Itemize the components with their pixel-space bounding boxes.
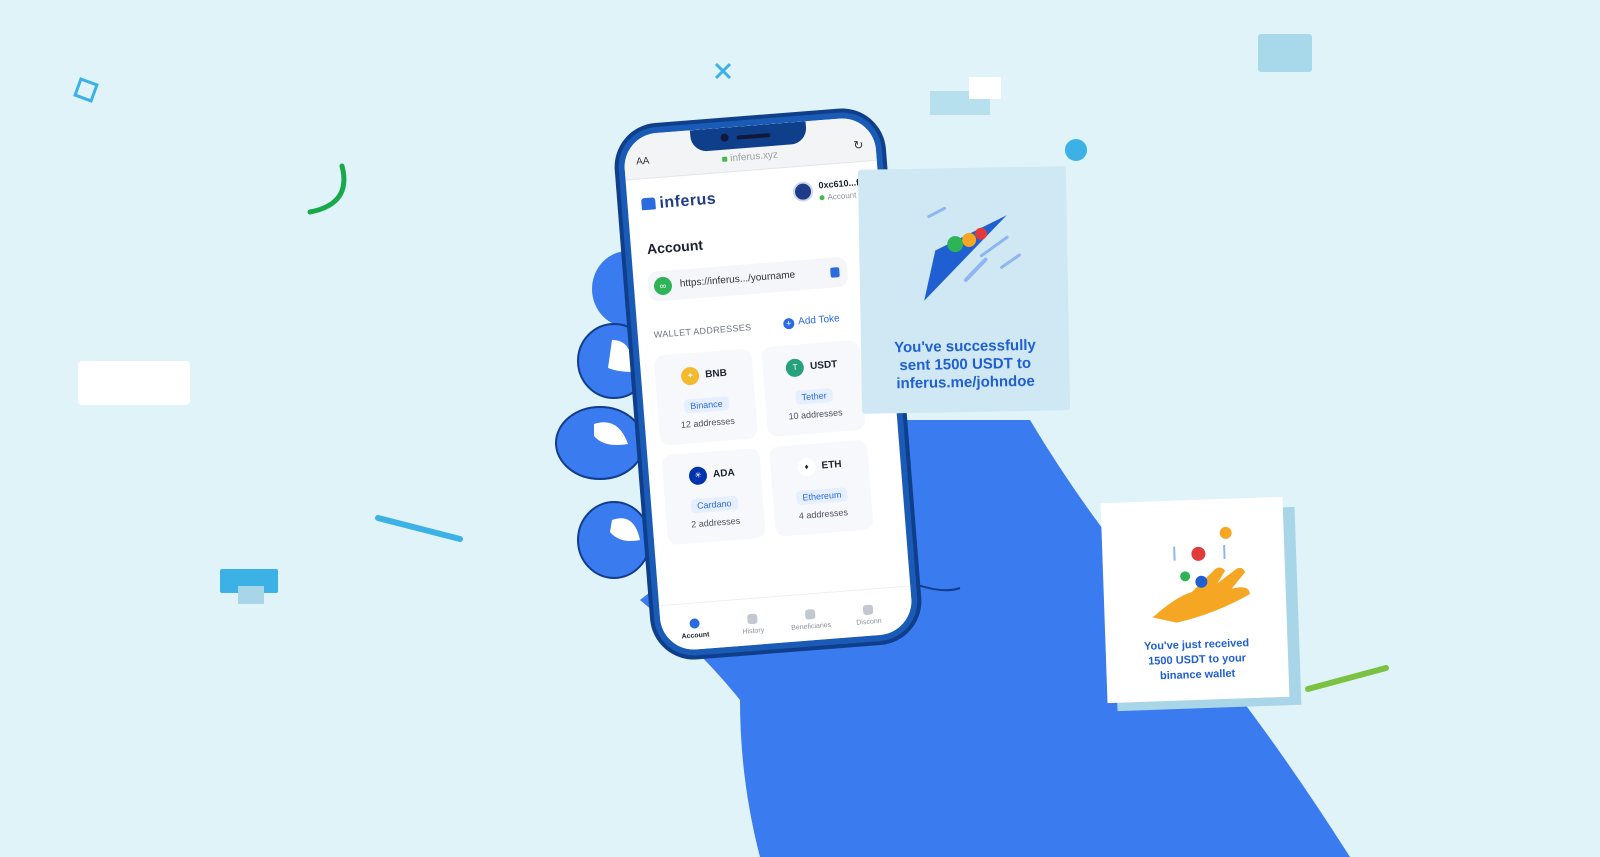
token-symbol: BNB	[704, 367, 728, 381]
link-icon: ∞	[653, 276, 673, 296]
add-token-label: Add Toke	[797, 313, 841, 328]
received-message: You've just received 1500 USDT to your b…	[1119, 635, 1274, 685]
brand-mark-icon	[641, 197, 656, 211]
history-icon	[747, 613, 758, 625]
sent-line-3: inferus.me/johndoe	[896, 372, 1035, 393]
brand-name: inferus	[658, 190, 717, 212]
received-notification-card: You've just received 1500 USDT to your b…	[1100, 496, 1290, 704]
user-icon	[689, 618, 700, 629]
usdt-coin-icon: T	[785, 358, 805, 378]
bnb-coin-icon: ✦	[680, 366, 700, 386]
nav-beneficiaries[interactable]: Beneficiaries	[782, 607, 839, 632]
nav-label: Disconn	[856, 617, 882, 627]
token-network-badge: Binance	[683, 396, 730, 414]
token-network-badge: Tether	[795, 387, 834, 405]
nav-label: Beneficiaries	[790, 621, 832, 632]
token-symbol: USDT	[809, 359, 838, 373]
token-address-count: 10 addresses	[788, 407, 843, 422]
token-address-count: 2 addresses	[690, 515, 741, 530]
finger-3	[555, 406, 645, 480]
sent-notification-card: You've successfully sent 1500 USDT to in…	[857, 166, 1071, 414]
lock-icon	[722, 156, 728, 162]
ada-coin-icon: ✳	[688, 466, 708, 486]
wallet-section-label: WALLET ADDRESSES	[653, 322, 752, 340]
account-name-row: Account A	[819, 190, 864, 202]
nav-account[interactable]: Account	[666, 616, 723, 641]
nav-label: History	[742, 627, 765, 636]
token-card-ada[interactable]: ✳ ADA Cardano 2 addresses	[661, 447, 767, 546]
copy-icon[interactable]	[830, 267, 840, 278]
plus-icon: +	[782, 317, 795, 330]
receiving-hand-icon	[1152, 526, 1250, 623]
paper-plane-icon	[924, 206, 1021, 301]
profile-link-field[interactable]: ∞ https://inferus.../yourname	[646, 256, 849, 303]
disconnect-icon	[862, 604, 874, 616]
illustration-canvas: AA inferus.xyz ↻ inferus 0xc610...fa6 Ac…	[0, 0, 1600, 857]
avatar	[792, 180, 814, 203]
profile-link-text: https://inferus.../yourname	[679, 269, 796, 290]
token-address-count: 12 addresses	[680, 415, 736, 430]
token-network-badge: Cardano	[690, 495, 739, 514]
sent-message: You've successfully sent 1500 USDT to in…	[871, 336, 1060, 393]
token-card-eth[interactable]: ♦ ETH Ethereum 4 addresses	[768, 439, 874, 537]
url-text: inferus.xyz	[729, 149, 779, 165]
nav-label: Account	[681, 631, 710, 641]
token-symbol: ETH	[821, 458, 842, 472]
token-card-usdt[interactable]: T USDT Tether 10 addresses	[761, 339, 866, 438]
users-icon	[804, 609, 816, 620]
nav-history[interactable]: History	[724, 612, 781, 637]
add-token-button[interactable]: + Add Toke	[782, 313, 841, 330]
online-dot-icon	[819, 195, 825, 201]
page-title: Account	[646, 236, 704, 258]
eth-coin-icon: ♦	[796, 457, 817, 477]
token-card-bnb[interactable]: ✦ BNB Binance 12 addresses	[653, 348, 759, 446]
reload-icon[interactable]: ↻	[853, 138, 864, 153]
token-address-count: 4 addresses	[798, 507, 849, 521]
token-symbol: ADA	[712, 467, 736, 481]
nav-disconnect[interactable]: Disconn	[840, 603, 897, 628]
token-network-badge: Ethereum	[795, 487, 848, 506]
brand-logo[interactable]: inferus	[641, 191, 717, 215]
